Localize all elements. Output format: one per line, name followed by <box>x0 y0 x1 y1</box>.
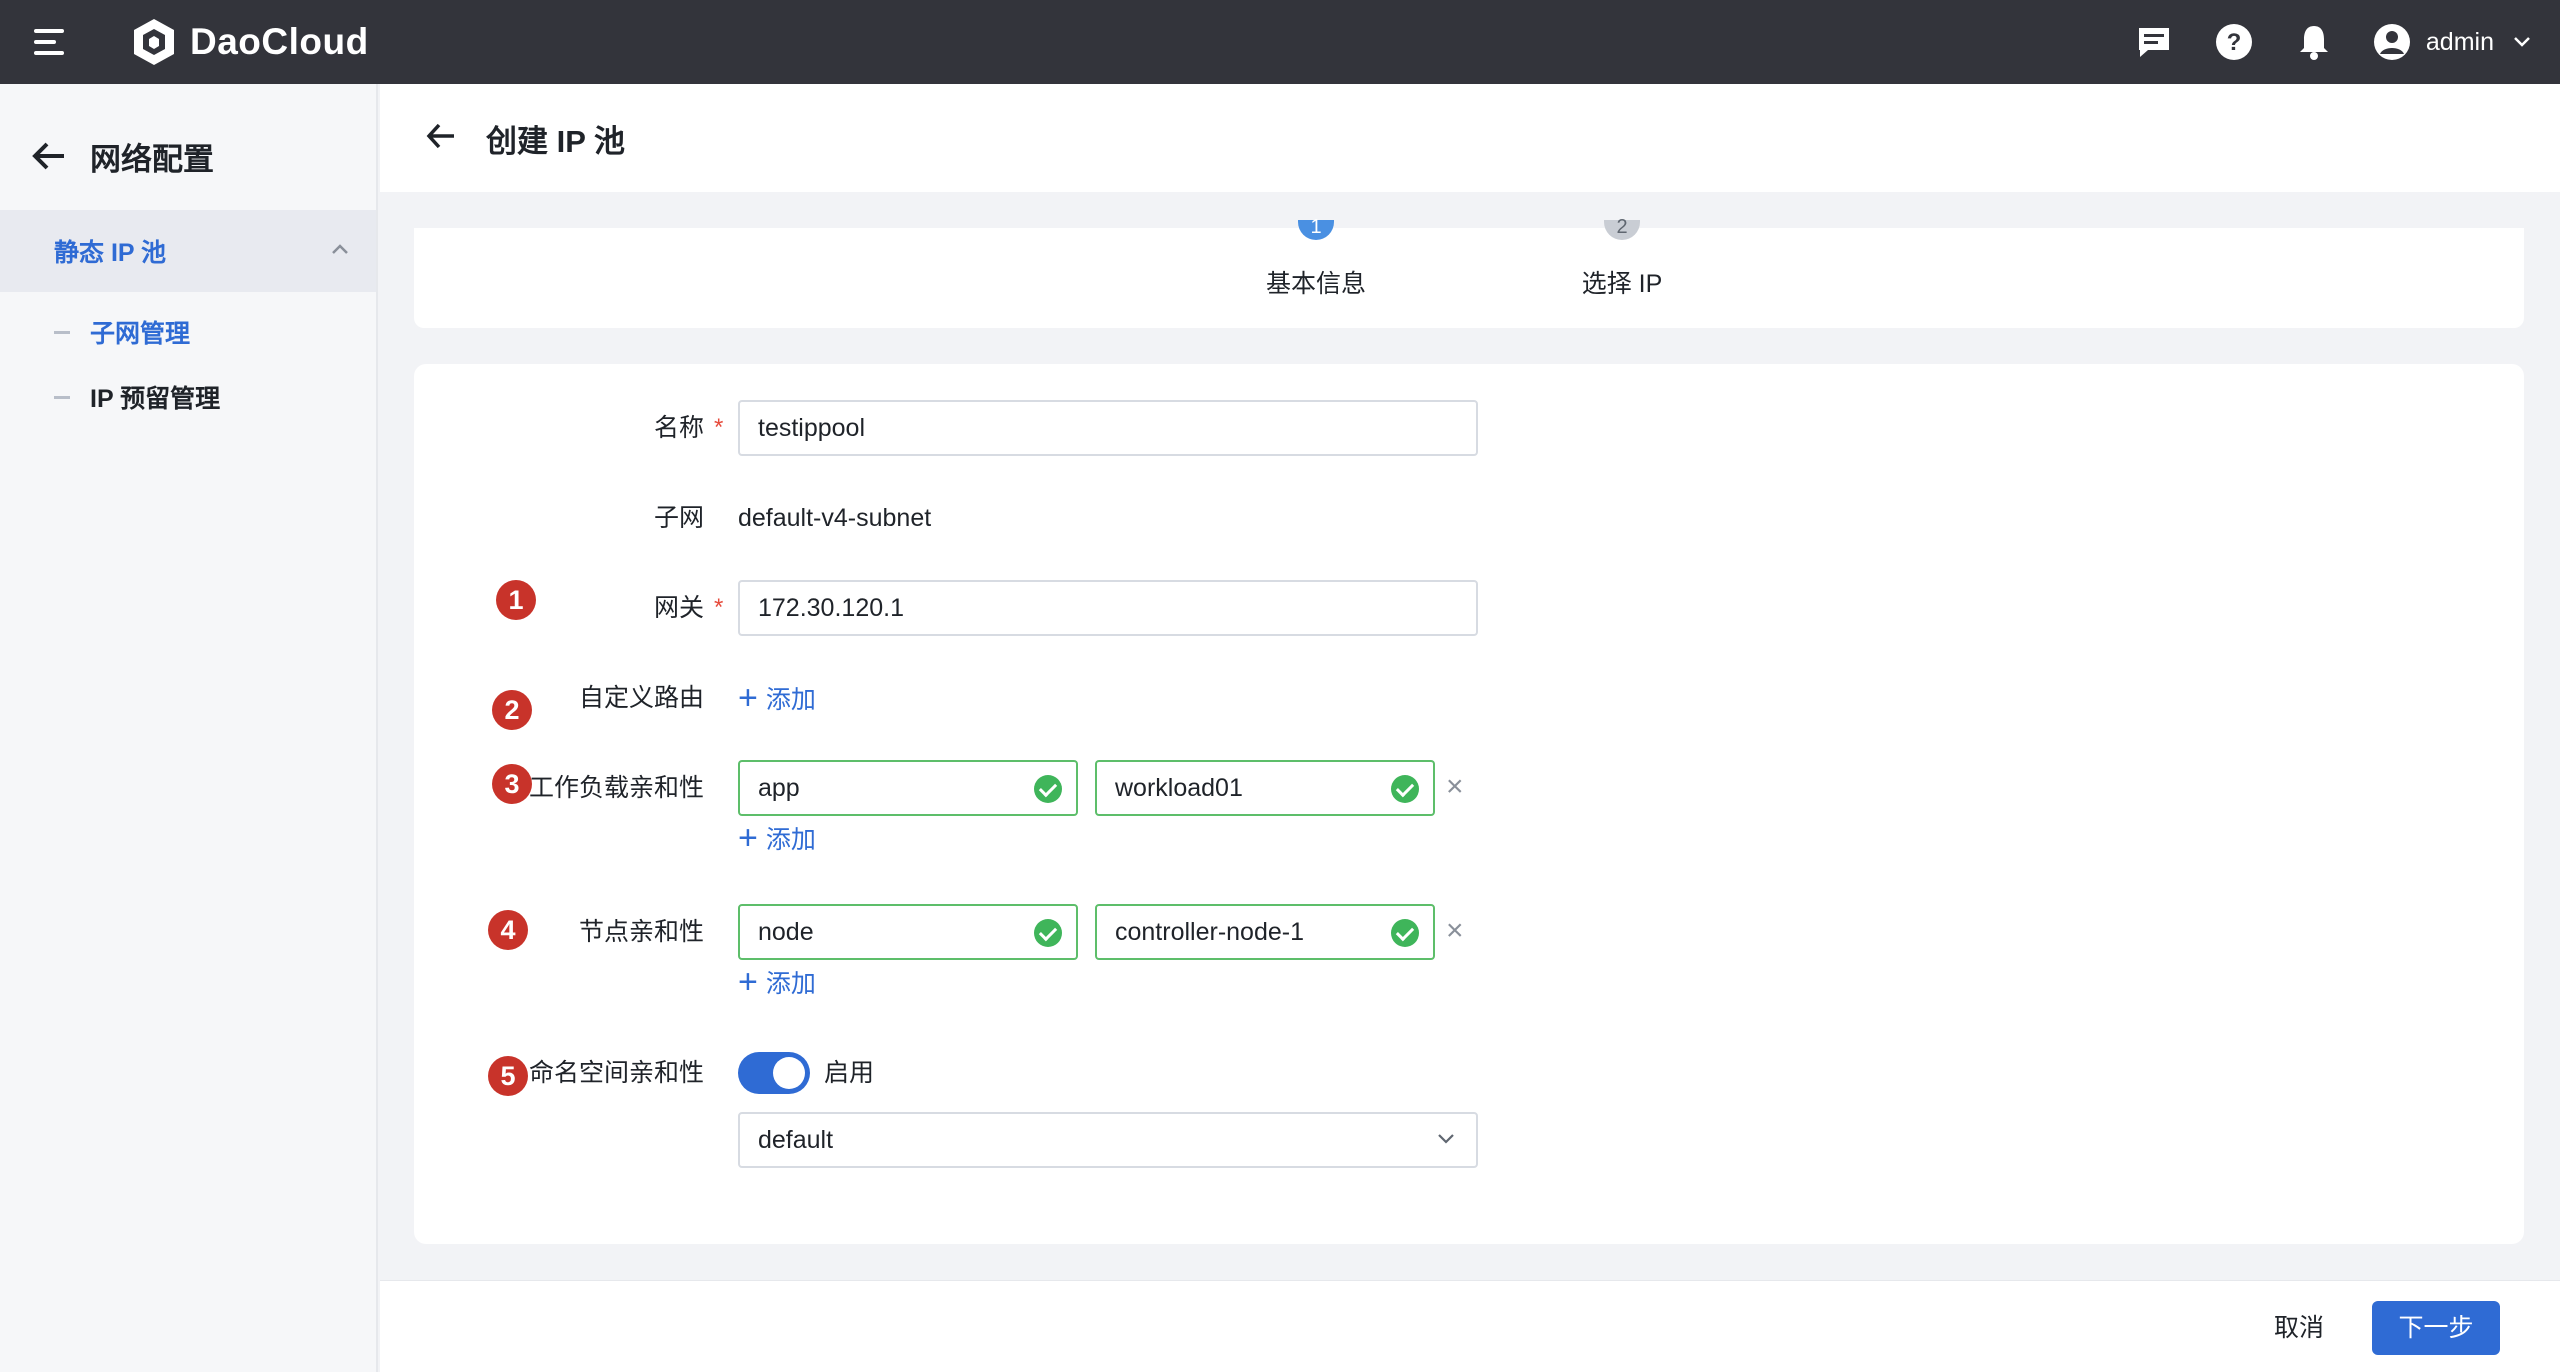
name-input[interactable]: testippool <box>738 400 1478 456</box>
page-header: 创建 IP 池 <box>380 84 2560 192</box>
step-number: 2 <box>1604 217 1640 240</box>
add-label: 添加 <box>765 686 816 714</box>
required-mark: * <box>714 414 724 441</box>
next-button[interactable]: 下一步 <box>2372 1301 2500 1355</box>
routes-label: 自定义路由 <box>578 684 704 712</box>
check-circle-icon <box>1034 775 1062 803</box>
brand-name: DaoCloud <box>190 21 369 62</box>
workload-affinity-key-input[interactable]: app <box>738 760 1078 816</box>
required-mark: * <box>714 594 724 621</box>
user-name: admin <box>2425 27 2494 56</box>
sidebar-group-static-ip-pool[interactable]: 静态 IP 池 <box>0 210 376 292</box>
top-bar: DaoCloud ? admin <box>0 0 2560 84</box>
svg-text:?: ? <box>2227 29 2242 56</box>
form-card: 名称 * testippool 子网 default-v4-subnet 1 网… <box>414 364 2524 1244</box>
add-route-button[interactable]: + 添加 <box>738 678 816 718</box>
add-label: 添加 <box>765 970 816 998</box>
sidebar: 网络配置 静态 IP 池 子网管理 IP 预留管理 <box>0 84 378 1372</box>
key-value: app <box>758 774 800 802</box>
help-icon[interactable]: ? <box>2212 20 2256 64</box>
step-label: 基本信息 <box>1265 270 1366 298</box>
subnet-label: 子网 <box>653 504 704 532</box>
chevron-down-icon <box>1438 1134 1454 1144</box>
add-node-affinity-button[interactable]: + 添加 <box>738 962 816 1002</box>
plus-icon: + <box>738 963 758 1001</box>
sidebar-group-label: 静态 IP 池 <box>54 239 167 267</box>
top-icons: ? admin <box>2096 0 2532 84</box>
node-affinity-key-input[interactable]: node <box>738 904 1078 960</box>
user-menu[interactable]: admin <box>2372 22 2532 62</box>
select-value: default <box>758 1126 834 1154</box>
daocloud-logo-icon <box>134 19 174 65</box>
arrow-left-icon <box>32 142 64 170</box>
sidebar-title: 网络配置 <box>90 141 214 177</box>
bell-icon[interactable] <box>2292 20 2336 64</box>
menu-icon[interactable] <box>32 24 68 60</box>
form-row-gateway: 1 网关 * 172.30.120.1 <box>414 580 1914 636</box>
remove-icon[interactable]: × <box>1446 916 1464 946</box>
value-value: controller-node-1 <box>1115 918 1304 946</box>
arrow-left-icon <box>426 123 454 149</box>
step-label: 选择 IP <box>1581 270 1663 298</box>
gateway-input[interactable]: 172.30.120.1 <box>738 580 1478 636</box>
dash-icon <box>54 395 70 399</box>
workload-affinity-label: 工作负载亲和性 <box>528 774 704 802</box>
sidebar-item-ip-reservation[interactable]: IP 预留管理 <box>54 377 220 417</box>
form-row-subnet: 子网 default-v4-subnet <box>414 490 1914 546</box>
user-avatar-icon <box>2373 24 2410 60</box>
steps-card: 1 基本信息 2 选择 IP <box>414 217 2524 328</box>
form-row-namespace-affinity: 5 命名空间亲和性 启用 <box>414 1048 1914 1098</box>
page-title: 创建 IP 池 <box>486 124 625 159</box>
sidebar-item-label: 子网管理 <box>90 320 191 348</box>
check-circle-icon <box>1391 919 1419 947</box>
sidebar-item-subnet[interactable]: 子网管理 <box>54 312 190 352</box>
sidebar-item-label: IP 预留管理 <box>90 385 221 413</box>
form-row-node-affinity: 4 节点亲和性 node controller-node-1 × <box>414 904 1914 960</box>
remove-icon[interactable]: × <box>1446 772 1464 802</box>
message-icon[interactable] <box>2132 20 2176 64</box>
namespace-select[interactable]: default <box>738 1112 1478 1168</box>
check-circle-icon <box>1391 775 1419 803</box>
logo[interactable]: DaoCloud <box>128 12 369 72</box>
form-row-namespace-select: default <box>414 1112 1914 1168</box>
add-label: 添加 <box>765 826 816 854</box>
plus-icon: + <box>738 819 758 857</box>
gateway-label: 网关 <box>653 594 704 622</box>
node-affinity-value-input[interactable]: controller-node-1 <box>1095 904 1435 960</box>
subnet-value: default-v4-subnet <box>738 504 932 532</box>
step-number: 1 <box>1298 217 1334 240</box>
back-button[interactable] <box>426 122 456 155</box>
sidebar-back[interactable]: 网络配置 <box>32 124 214 188</box>
value-value: workload01 <box>1115 774 1243 802</box>
check-circle-icon <box>1034 919 1062 947</box>
chevron-up-icon <box>332 244 348 254</box>
add-workload-affinity-button[interactable]: + 添加 <box>738 818 816 858</box>
footer: 取消 下一步 <box>380 1280 2560 1372</box>
form-row-routes: 2 自定义路由 + 添加 <box>414 670 1914 730</box>
key-value: node <box>758 918 814 946</box>
dash-icon <box>54 330 70 334</box>
namespace-affinity-label: 命名空间亲和性 <box>528 1059 704 1087</box>
form-row-workload-affinity: 3 工作负载亲和性 app workload01 × <box>414 760 1914 816</box>
form-row-name: 名称 * testippool <box>414 400 1914 456</box>
namespace-affinity-toggle[interactable] <box>738 1052 810 1094</box>
chevron-down-icon <box>2514 37 2530 47</box>
workload-affinity-value-input[interactable]: workload01 <box>1095 760 1435 816</box>
node-affinity-label: 节点亲和性 <box>578 918 704 946</box>
plus-icon: + <box>738 679 758 717</box>
name-label: 名称 <box>653 414 704 442</box>
cancel-button[interactable]: 取消 <box>2258 1301 2340 1355</box>
toggle-label: 启用 <box>824 1059 875 1087</box>
